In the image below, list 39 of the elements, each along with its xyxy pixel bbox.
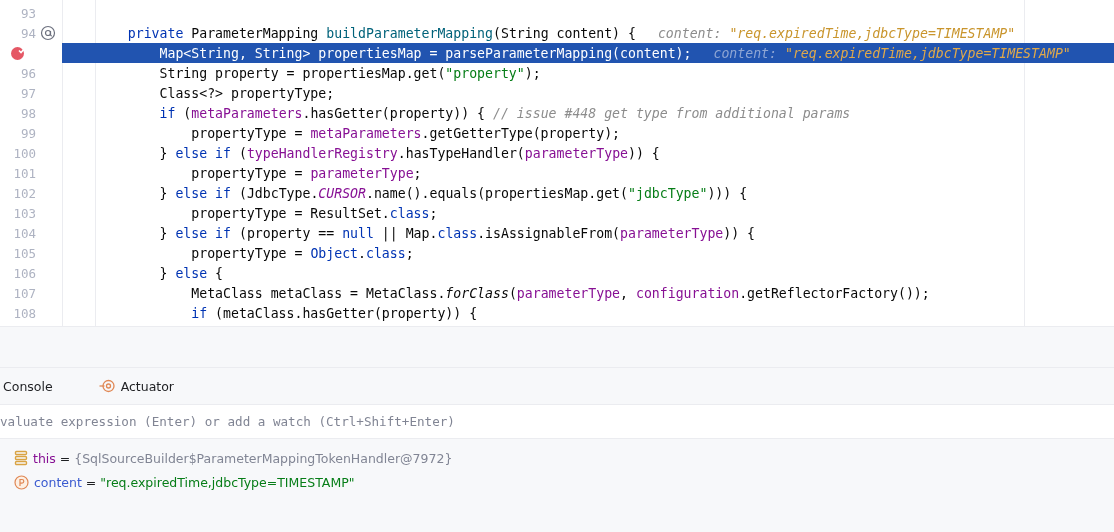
variable-entry: this = {SqlSourceBuilder$ParameterMappingTokenHandler@7972} (33, 450, 453, 466)
code-line: if (metaClass.hasGetter(property)) { (190, 305, 478, 321)
code-line: } else if (JdbcType.CURSOR.name().equals(propertiesMap.get("jdbcType"))) { (158, 185, 748, 201)
code-line: if (metaParameters.hasGetter(property)) { // issue #448 get type from additional params (158, 105, 851, 121)
line-number: 106 (12, 265, 36, 281)
line-number: 98 (19, 105, 36, 121)
code-line: propertyType = ResultSet.class; (190, 205, 438, 221)
inline-value-hint: content: "req.expiredTime,jdbcType=TIMESTAMP" (713, 45, 1071, 61)
code-line: private ParameterMapping buildParameterMapping(String content) { (126, 25, 636, 41)
line-number: 99 (19, 125, 36, 141)
code-line: } else { (158, 265, 224, 281)
line-number: 102 (12, 185, 36, 201)
code-line: } else if (typeHandlerRegistry.hasTypeHandler(parameterType)) { (158, 145, 660, 161)
code-line: propertyType = parameterType; (190, 165, 422, 181)
line-number: 103 (12, 205, 36, 221)
line-number: 97 (19, 85, 36, 101)
line-number: 108 (12, 305, 36, 321)
parameter-icon (14, 474, 29, 490)
code-line: Map<String, String> propertiesMap = parseParameterMapping(content); (158, 45, 692, 61)
stack-icon (14, 450, 28, 466)
inline-value-hint: content: "req.expiredTime,jdbcType=TIMESTAMP" (657, 25, 1016, 41)
variable-entry: content = "req.expiredTime,jdbcType=TIMESTAMP" (34, 474, 355, 490)
line-number: 101 (12, 165, 36, 181)
line-number: 105 (12, 245, 36, 261)
line-number: 104 (12, 225, 36, 241)
target-icon (98, 378, 115, 394)
line-number: 107 (12, 285, 36, 301)
line-number: 100 (12, 145, 36, 161)
code-line: MetaClass metaClass = MetaClass.forClass(parameterType, configuration.getReflectorFactory()); (190, 285, 930, 301)
code-line: propertyType = metaParameters.getGetterType(property); (190, 125, 621, 141)
line-number: 94 (19, 25, 36, 41)
code-line: } else if (property == null || Map.class.isAssignableFrom(parameterType)) { (158, 225, 756, 241)
line-number: 96 (19, 65, 36, 81)
code-line: String property = propertiesMap.get("property"); (158, 65, 541, 81)
line-number: 93 (19, 5, 36, 21)
code-line: Class<?> propertyType; (158, 85, 335, 101)
panel-tab[interactable]: Actuator (98, 378, 174, 394)
panel-tab[interactable]: Console (3, 378, 53, 394)
code-line: propertyType = Object.class; (190, 245, 414, 261)
